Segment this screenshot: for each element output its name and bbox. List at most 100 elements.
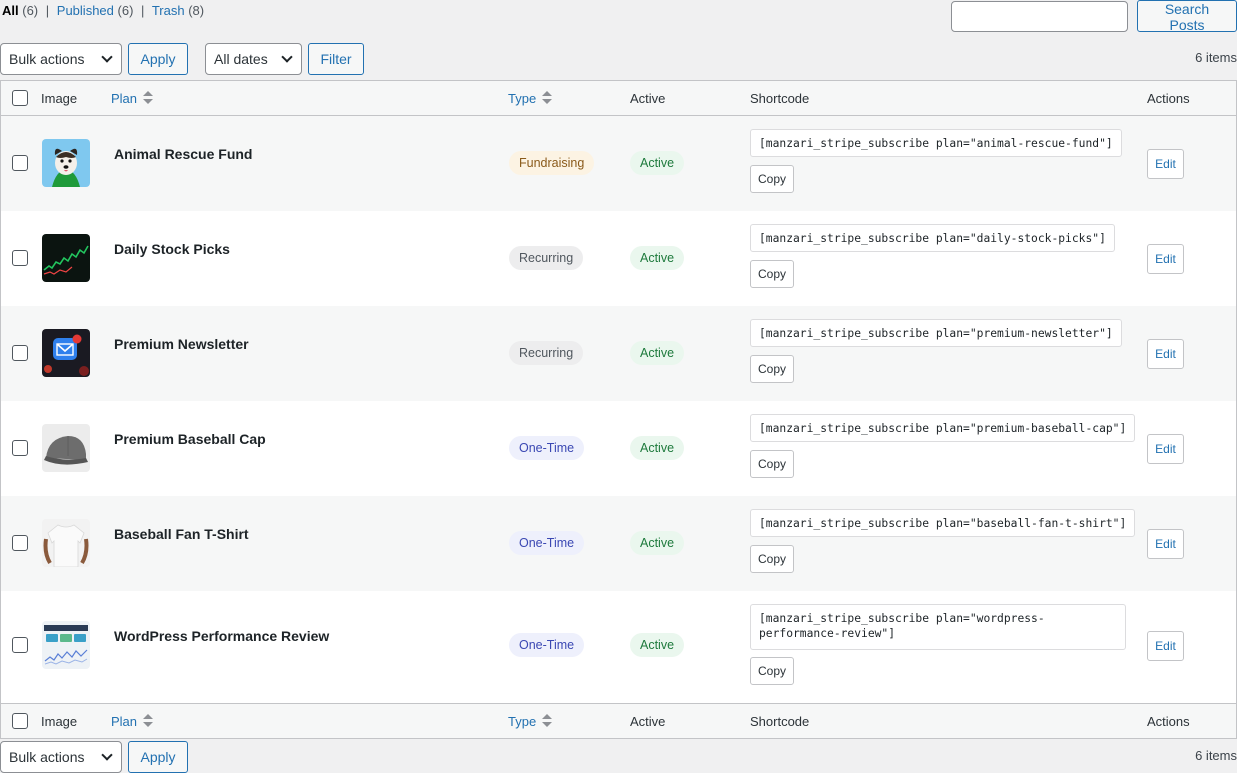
edit-button[interactable]: Edit <box>1147 149 1184 179</box>
column-plan[interactable]: Plan <box>111 714 154 729</box>
sort-icon <box>143 91 154 105</box>
copy-button[interactable]: Copy <box>750 657 794 685</box>
type-badge: One-Time <box>509 633 585 657</box>
plan-thumbnail-dashboard <box>42 621 90 669</box>
plan-name[interactable]: Premium Baseball Cap <box>114 431 266 447</box>
column-shortcode: Shortcode <box>750 91 810 106</box>
type-badge: Recurring <box>509 341 584 365</box>
column-image: Image <box>41 91 78 106</box>
sort-icon <box>143 714 154 728</box>
select-all-checkbox[interactable] <box>12 713 28 729</box>
items-count: 6 items <box>1195 50 1237 65</box>
search-posts-button[interactable]: Search Posts <box>1137 0 1237 33</box>
table-row: Baseball Fan T-Shirt One-Time Active [ma… <box>1 496 1236 591</box>
sort-icon <box>542 91 553 105</box>
plan-thumbnail-dog <box>42 139 90 187</box>
status-badge: Active <box>630 151 685 175</box>
table-row: Premium Baseball Cap One-Time Active [ma… <box>1 401 1236 496</box>
type-badge: Recurring <box>509 246 584 270</box>
plan-thumbnail-mail-app <box>42 329 90 377</box>
plan-name[interactable]: Baseball Fan T-Shirt <box>114 526 249 542</box>
bulk-actions-label: Bulk actions <box>9 749 85 765</box>
plan-name[interactable]: Premium Newsletter <box>114 336 249 352</box>
table-footer: Image Plan Type Active Shortcode Actions <box>1 703 1236 738</box>
bulk-actions-label: Bulk actions <box>9 51 85 67</box>
plans-table: Image Plan Type Active Shortcode Actions… <box>0 80 1237 739</box>
chevron-down-icon <box>101 51 113 63</box>
status-badge: Active <box>630 341 685 365</box>
apply-button-bottom[interactable]: Apply <box>128 741 188 773</box>
status-badge: Active <box>630 246 685 270</box>
row-checkbox[interactable] <box>12 637 28 653</box>
date-filter-label: All dates <box>214 51 268 67</box>
status-published-link[interactable]: Published <box>57 3 114 18</box>
bulk-actions-select-bottom[interactable]: Bulk actions <box>0 741 122 773</box>
column-shortcode: Shortcode <box>750 714 810 729</box>
type-badge: Fundraising <box>509 151 595 175</box>
row-checkbox[interactable] <box>12 535 28 551</box>
status-published-count: (6) <box>117 3 134 18</box>
plan-thumbnail-t-shirt <box>42 519 90 567</box>
shortcode-text[interactable]: [manzari_stripe_subscribe plan="wordpres… <box>750 604 1126 650</box>
column-image: Image <box>41 714 78 729</box>
edit-button[interactable]: Edit <box>1147 244 1184 274</box>
plan-name[interactable]: Daily Stock Picks <box>114 241 230 257</box>
column-type[interactable]: Type <box>508 91 553 106</box>
status-all-count: (6) <box>22 3 39 18</box>
row-checkbox[interactable] <box>12 155 28 171</box>
table-row: WordPress Performance Review One-Time Ac… <box>1 591 1236 703</box>
filter-button[interactable]: Filter <box>308 43 364 75</box>
search-input[interactable] <box>951 1 1128 32</box>
status-all-link[interactable]: All <box>2 3 19 18</box>
plan-name[interactable]: Animal Rescue Fund <box>114 146 252 162</box>
row-checkbox[interactable] <box>12 440 28 456</box>
status-badge: Active <box>630 633 685 657</box>
bulk-actions-select[interactable]: Bulk actions <box>0 43 122 75</box>
shortcode-text[interactable]: [manzari_stripe_subscribe plan="premium-… <box>750 414 1136 442</box>
status-badge: Active <box>630 531 685 555</box>
status-trash-link[interactable]: Trash <box>152 3 185 18</box>
column-active: Active <box>630 91 666 106</box>
apply-button[interactable]: Apply <box>128 43 188 75</box>
status-trash-count: (8) <box>188 3 205 18</box>
edit-button[interactable]: Edit <box>1147 529 1184 559</box>
copy-button[interactable]: Copy <box>750 260 794 288</box>
row-checkbox[interactable] <box>12 345 28 361</box>
plan-thumbnail-stock-chart <box>42 234 90 282</box>
separator: | <box>45 3 50 18</box>
column-actions: Actions <box>1147 91 1190 106</box>
edit-button[interactable]: Edit <box>1147 339 1184 369</box>
chevron-down-icon <box>101 749 113 761</box>
copy-button[interactable]: Copy <box>750 545 794 573</box>
table-row: Animal Rescue Fund Fundraising Active [m… <box>1 116 1236 211</box>
chevron-down-icon <box>281 51 293 63</box>
status-badge: Active <box>630 436 685 460</box>
copy-button[interactable]: Copy <box>750 355 794 383</box>
copy-button[interactable]: Copy <box>750 450 794 478</box>
table-row: Daily Stock Picks Recurring Active [manz… <box>1 211 1236 306</box>
row-checkbox[interactable] <box>12 250 28 266</box>
date-filter-select[interactable]: All dates <box>205 43 302 75</box>
sort-icon <box>542 714 553 728</box>
shortcode-text[interactable]: [manzari_stripe_subscribe plan="baseball… <box>750 509 1136 537</box>
column-type[interactable]: Type <box>508 714 553 729</box>
table-header: Image Plan Type Active Shortcode Actions <box>1 81 1236 116</box>
plan-thumbnail-baseball-cap <box>42 424 90 472</box>
type-badge: One-Time <box>509 531 585 555</box>
select-all-checkbox[interactable] <box>12 90 28 106</box>
type-badge: One-Time <box>509 436 585 460</box>
items-count-bottom: 6 items <box>1195 748 1237 763</box>
column-plan[interactable]: Plan <box>111 91 154 106</box>
shortcode-text[interactable]: [manzari_stripe_subscribe plan="animal-r… <box>750 129 1122 157</box>
shortcode-text[interactable]: [manzari_stripe_subscribe plan="premium-… <box>750 319 1122 347</box>
column-active: Active <box>630 714 666 729</box>
edit-button[interactable]: Edit <box>1147 631 1184 661</box>
plan-name[interactable]: WordPress Performance Review <box>114 628 329 644</box>
shortcode-text[interactable]: [manzari_stripe_subscribe plan="daily-st… <box>750 224 1115 252</box>
status-filter-links: All (6) | Published (6) | Trash (8) <box>2 3 204 18</box>
copy-button[interactable]: Copy <box>750 165 794 193</box>
edit-button[interactable]: Edit <box>1147 434 1184 464</box>
separator: | <box>141 3 145 18</box>
column-actions: Actions <box>1147 714 1190 729</box>
table-row: Premium Newsletter Recurring Active [man… <box>1 306 1236 401</box>
